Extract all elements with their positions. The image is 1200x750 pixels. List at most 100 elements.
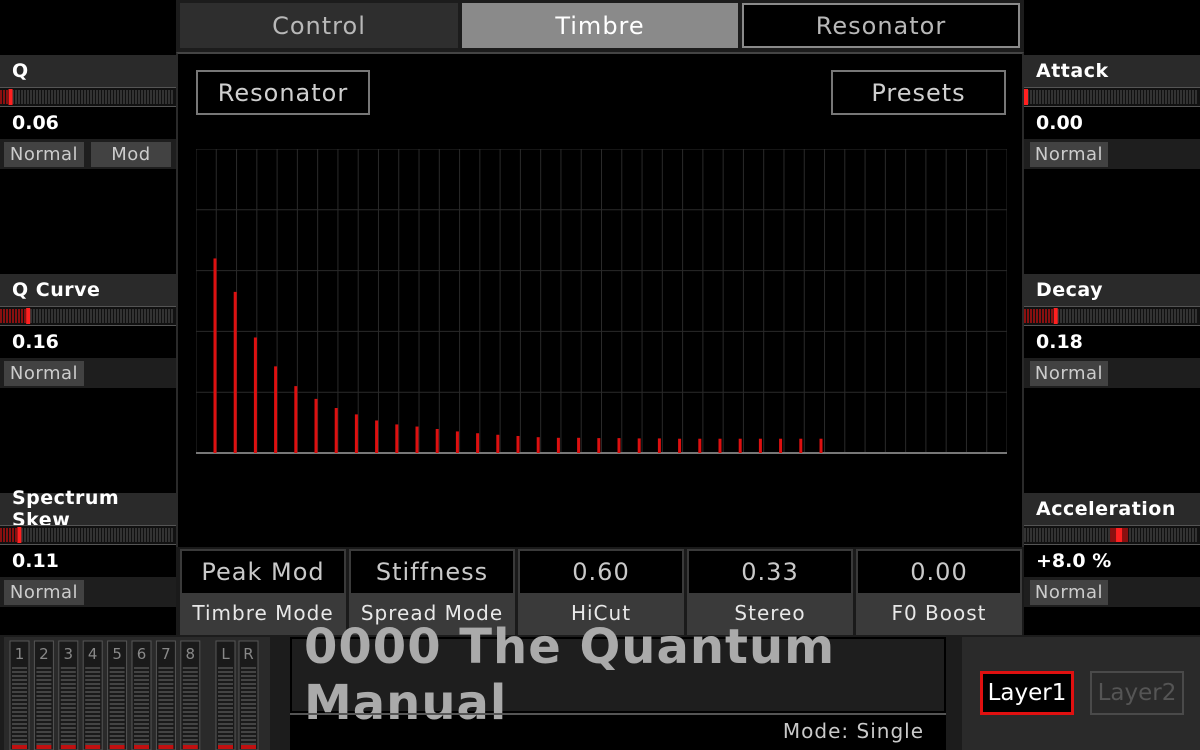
- meter-segment: [147, 528, 149, 542]
- q-mod-button[interactable]: Mod: [91, 142, 171, 167]
- channel-segment: [158, 711, 174, 713]
- channel-segment: [109, 695, 125, 697]
- channel-segment: [60, 715, 76, 717]
- mixer-channel: 6: [131, 640, 152, 750]
- meter-segment: [1159, 90, 1161, 104]
- meter-segment: [1033, 90, 1035, 104]
- meter-segment: [1066, 90, 1068, 104]
- meter-segment: [99, 309, 101, 323]
- channel-segment: [109, 699, 125, 701]
- meter-segment: [1078, 528, 1080, 542]
- channel-segment: [134, 735, 149, 737]
- meter-segment: [75, 528, 77, 542]
- channel-segment: [241, 675, 256, 677]
- acceleration-value: +8.0 %: [1036, 550, 1112, 572]
- resonator-button[interactable]: Resonator: [196, 70, 370, 115]
- meter-fill-segment: [6, 90, 8, 104]
- channel-level: [134, 745, 149, 749]
- meter-segment: [1045, 90, 1047, 104]
- meter-segment: [1189, 90, 1191, 104]
- channel-segment: [158, 707, 174, 709]
- meter-segment: [1075, 309, 1077, 323]
- decay-normal-button[interactable]: Normal: [1030, 361, 1108, 386]
- attack-meter[interactable]: [1024, 87, 1200, 107]
- presets-button[interactable]: Presets: [831, 70, 1006, 115]
- f0-boost-value: 0.00: [858, 551, 1020, 593]
- mixer-channel: 5: [107, 640, 128, 750]
- mixer-meters[interactable]: 12345678 LR: [4, 637, 270, 750]
- acceleration-button-row: Normal: [1024, 577, 1200, 607]
- meter-fill-segment: [12, 528, 14, 542]
- acceleration-normal-button[interactable]: Normal: [1030, 580, 1108, 605]
- channel-segment: [241, 743, 256, 745]
- partial-bar: [354, 414, 358, 453]
- meter-segment: [1063, 528, 1065, 542]
- channel-segment: [241, 703, 256, 705]
- meter-segment: [1090, 90, 1092, 104]
- meter-segment: [27, 90, 29, 104]
- channel-segment: [12, 687, 27, 689]
- q-curve-normal-button[interactable]: Normal: [4, 361, 84, 386]
- meter-segment: [1105, 528, 1107, 542]
- meter-segment: [1171, 90, 1173, 104]
- attack-normal-button[interactable]: Normal: [1030, 142, 1108, 167]
- meter-segment: [1192, 528, 1194, 542]
- channel-segment: [85, 743, 101, 745]
- channel-segment: [36, 687, 52, 689]
- q-curve-meter[interactable]: [0, 306, 176, 326]
- layer2-button[interactable]: Layer2: [1090, 671, 1184, 715]
- meter-segment: [54, 528, 56, 542]
- channel-segment: [218, 743, 233, 745]
- partial-bar: [718, 438, 722, 453]
- tab-resonator[interactable]: Resonator: [742, 3, 1020, 48]
- meter-segment: [69, 528, 71, 542]
- attack-meter-graphic: [1024, 89, 1197, 105]
- channel-segment: [60, 683, 76, 685]
- channel-segment: [134, 743, 149, 745]
- meter-segment: [81, 528, 83, 542]
- partial-bar: [556, 437, 560, 453]
- channel-segment: [158, 739, 174, 741]
- tab-control[interactable]: Control: [180, 3, 458, 48]
- channel-segment: [109, 687, 125, 689]
- meter-segment: [1177, 90, 1179, 104]
- channel-segment: [109, 719, 125, 721]
- tab-timbre[interactable]: Timbre: [462, 3, 738, 48]
- meter-segment: [1174, 528, 1176, 542]
- meter-segment: [1117, 90, 1119, 104]
- meter-segment: [1144, 309, 1146, 323]
- meter-segment: [135, 309, 137, 323]
- meter-fill-segment: [12, 309, 14, 323]
- meter-segment: [1132, 309, 1134, 323]
- spectrum-skew-meter[interactable]: [0, 525, 176, 545]
- meter-segment: [1048, 90, 1050, 104]
- stereo-value: 0.33: [689, 551, 851, 593]
- meter-segment: [1033, 528, 1035, 542]
- partial-spectrum-display[interactable]: [196, 149, 1007, 456]
- meter-segment: [129, 528, 131, 542]
- meter-segment: [30, 309, 32, 323]
- meter-segment: [1162, 90, 1164, 104]
- decay-meter[interactable]: [1024, 306, 1200, 326]
- meter-segment: [1123, 90, 1125, 104]
- meter-segment: [1063, 309, 1065, 323]
- preset-name[interactable]: 0000 The Quantum Manual: [292, 619, 944, 731]
- channel-segment: [36, 707, 52, 709]
- meter-segment: [171, 528, 173, 542]
- acceleration-meter[interactable]: [1024, 525, 1200, 545]
- mixer-channel: 7: [155, 640, 176, 750]
- q-normal-button[interactable]: Normal: [4, 142, 84, 167]
- mixer-channel: 2: [33, 640, 54, 750]
- meter-segment: [57, 528, 59, 542]
- channel-label: 7: [161, 645, 171, 663]
- layer1-button[interactable]: Layer1: [980, 671, 1074, 715]
- meter-segment: [54, 309, 56, 323]
- meter-segment: [1129, 90, 1131, 104]
- meter-segment: [1192, 309, 1194, 323]
- partial-bar: [435, 428, 439, 453]
- meter-fill-segment: [3, 309, 5, 323]
- q-meter[interactable]: [0, 87, 176, 107]
- meter-segment: [132, 309, 134, 323]
- meter-fill-segment: [1048, 309, 1050, 323]
- spectrum-skew-normal-button[interactable]: Normal: [4, 580, 84, 605]
